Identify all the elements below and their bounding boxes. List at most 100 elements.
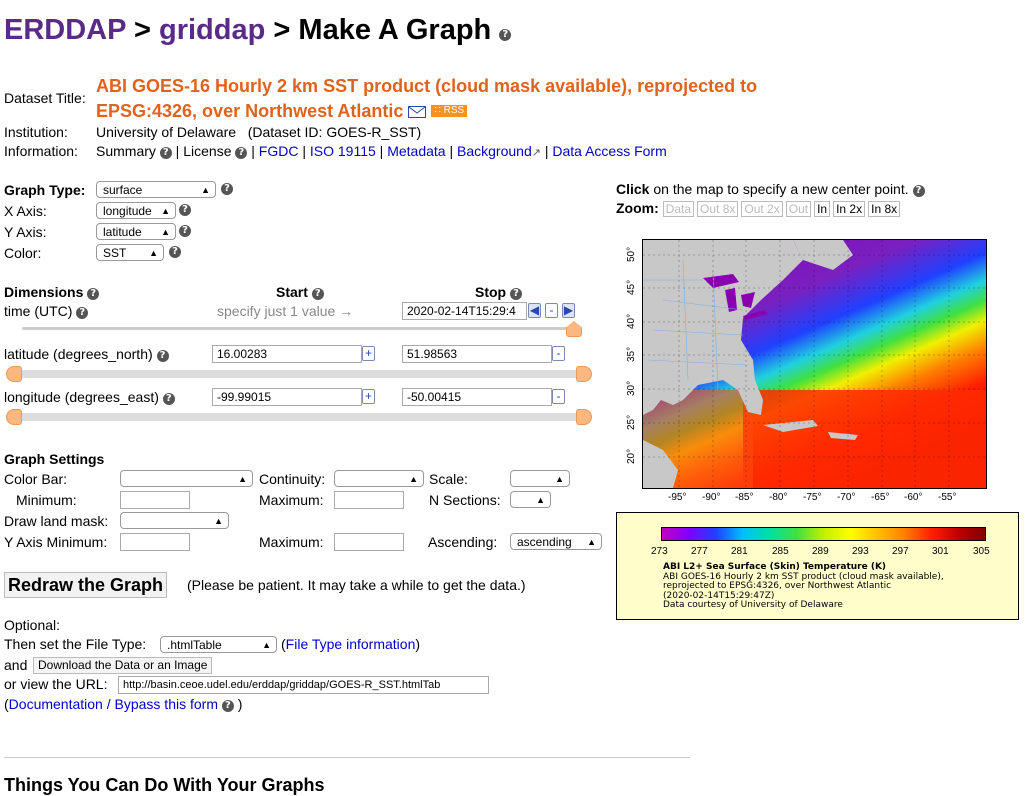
help-icon[interactable]: ?	[87, 288, 100, 300]
latitude-start-plus-button[interactable]: +	[362, 346, 375, 361]
time-slider-handle[interactable]	[566, 321, 582, 337]
help-icon[interactable]: ?	[156, 350, 169, 362]
y-axis-minimum-input[interactable]	[120, 533, 190, 551]
latitude-slider-stop-handle[interactable]	[576, 366, 592, 382]
zoom-out-button[interactable]: Out	[785, 201, 812, 217]
help-icon[interactable]: ?	[912, 185, 925, 197]
sst-map[interactable]	[642, 239, 987, 489]
longitude-slider-start-handle[interactable]	[6, 409, 22, 425]
land-mask-select[interactable]: ▲	[120, 512, 229, 529]
lat-tick: 45°	[626, 279, 637, 295]
zoom-out-2x-button[interactable]: Out 2x	[741, 201, 783, 217]
zoom-in-8x-button[interactable]: In 8x	[868, 201, 901, 217]
help-icon[interactable]: ?	[179, 204, 191, 216]
y-axis-minimum-label: Y Axis Minimum:	[4, 534, 108, 550]
help-icon[interactable]: ?	[179, 225, 191, 237]
color-bar-minimum-input[interactable]	[120, 491, 190, 509]
help-icon[interactable]: ?	[510, 288, 522, 300]
external-link-icon: ↗	[531, 147, 541, 159]
email-icon[interactable]	[408, 106, 427, 118]
longitude-slider-stop-handle[interactable]	[576, 409, 592, 425]
time-minus-button[interactable]: -	[545, 303, 558, 318]
map-click-bold: Click	[616, 181, 650, 197]
scale-label: Scale:	[429, 471, 468, 487]
y-axis-label: Y Axis:	[4, 224, 47, 240]
zoom-data-button[interactable]: Data	[662, 201, 695, 217]
latitude-start-input[interactable]: 16.00283	[212, 345, 362, 363]
file-type-select[interactable]: .htmlTable ▲	[160, 636, 277, 653]
help-icon[interactable]: ?	[499, 29, 512, 41]
latitude-stop-input[interactable]: 51.98563	[402, 345, 552, 363]
land-mask-label: Draw land mask:	[4, 513, 109, 529]
time-next-icon[interactable]: ▶	[562, 303, 575, 318]
lon-tick: -70°	[837, 492, 856, 503]
longitude-start-input[interactable]: -99.99015	[212, 388, 362, 406]
metadata-link[interactable]: Metadata	[387, 143, 445, 159]
documentation-link[interactable]: Documentation / Bypass this form	[9, 696, 218, 712]
rss-label: RSS	[443, 105, 465, 116]
y-axis-maximum-input[interactable]	[334, 533, 404, 551]
license-link[interactable]: License	[183, 143, 231, 159]
data-access-form-link[interactable]: Data Access Form	[552, 143, 666, 159]
color-bar-maximum-input[interactable]	[334, 491, 404, 509]
graph-settings-heading: Graph Settings	[4, 451, 105, 467]
redraw-graph-button[interactable]: Redraw the Graph	[4, 572, 168, 598]
longitude-stop-minus-button[interactable]: -	[552, 389, 565, 404]
url-prefix: or view the URL:	[4, 676, 108, 692]
background-link[interactable]: Background	[457, 143, 532, 159]
dimensions-title: Dimensions	[4, 284, 84, 300]
help-icon[interactable]: ?	[235, 147, 248, 159]
start-header: Start ?	[276, 284, 324, 300]
help-icon[interactable]: ?	[169, 246, 181, 258]
ascending-select[interactable]: ascending ▲	[510, 533, 602, 550]
color-bar	[661, 527, 986, 541]
y-axis-select[interactable]: latitude ▲	[96, 223, 176, 240]
help-icon[interactable]: ?	[221, 183, 233, 195]
continuity-select[interactable]: ▲	[334, 470, 424, 487]
zoom-in-2x-button[interactable]: In 2x	[833, 201, 866, 217]
zoom-out-8x-button[interactable]: Out 8x	[697, 201, 739, 217]
graph-url-field[interactable]: http://basin.ceoe.udel.edu/erddap/gridda…	[118, 676, 489, 694]
summary-link[interactable]: Summary	[96, 143, 156, 159]
longitude-start-plus-button[interactable]: +	[362, 389, 375, 404]
latitude-label-text: latitude (degrees_north)	[4, 346, 153, 362]
color-variable-select[interactable]: SST ▲	[96, 244, 164, 261]
select-arrows-icon: ▲	[555, 474, 564, 484]
longitude-slider-track[interactable]	[12, 413, 587, 421]
n-sections-select[interactable]: ▲	[510, 491, 551, 508]
latitude-slider-track[interactable]	[12, 370, 587, 378]
lon-tick: -85°	[735, 492, 754, 503]
erddap-home-link[interactable]: ERDDAP	[4, 14, 126, 46]
time-stop-input[interactable]: 2020-02-14T15:29:4	[402, 302, 527, 320]
ascending-value: ascending	[517, 535, 572, 549]
dataset-title-line2: EPSG:4326, over Northwest Atlantic	[96, 101, 404, 121]
lon-tick: -90°	[702, 492, 721, 503]
help-icon[interactable]: ?	[159, 147, 172, 159]
legend-tick: 285	[772, 546, 789, 557]
file-type-information-link[interactable]: File Type information	[286, 636, 416, 652]
color-legend: 273 277 281 285 289 293 297 301 305 ABI …	[616, 512, 1019, 620]
help-icon[interactable]: ?	[76, 307, 89, 319]
rss-icon[interactable]: ∷ RSS	[431, 105, 468, 117]
help-icon[interactable]: ?	[311, 288, 324, 300]
sst-map-image	[643, 240, 986, 488]
scale-select[interactable]: ▲	[510, 470, 570, 487]
iso-19115-link[interactable]: ISO 19115	[310, 143, 376, 159]
latitude-stop-minus-button[interactable]: -	[552, 346, 565, 361]
graph-type-select[interactable]: surface ▲︎	[96, 181, 216, 198]
file-type-value: .htmlTable	[167, 638, 222, 652]
zoom-in-button[interactable]: In	[814, 201, 831, 217]
x-axis-select[interactable]: longitude ▲	[96, 202, 176, 219]
griddap-link[interactable]: griddap	[159, 14, 265, 46]
time-previous-icon[interactable]: ◀	[528, 303, 541, 318]
download-data-button[interactable]: Download the Data or an Image	[33, 657, 213, 674]
color-bar-select[interactable]: ▲	[120, 470, 253, 487]
time-slider-track[interactable]	[22, 327, 577, 330]
latitude-slider-start-handle[interactable]	[6, 366, 22, 382]
fgdc-link[interactable]: FGDC	[259, 143, 299, 159]
dataset-title-line2-row: EPSG:4326, over Northwest Atlantic ∷ RSS	[96, 99, 757, 124]
help-icon[interactable]: ?	[162, 393, 175, 405]
help-icon[interactable]: ?	[221, 700, 234, 712]
longitude-stop-input[interactable]: -50.00415	[402, 388, 552, 406]
start-header-text: Start	[276, 284, 308, 300]
